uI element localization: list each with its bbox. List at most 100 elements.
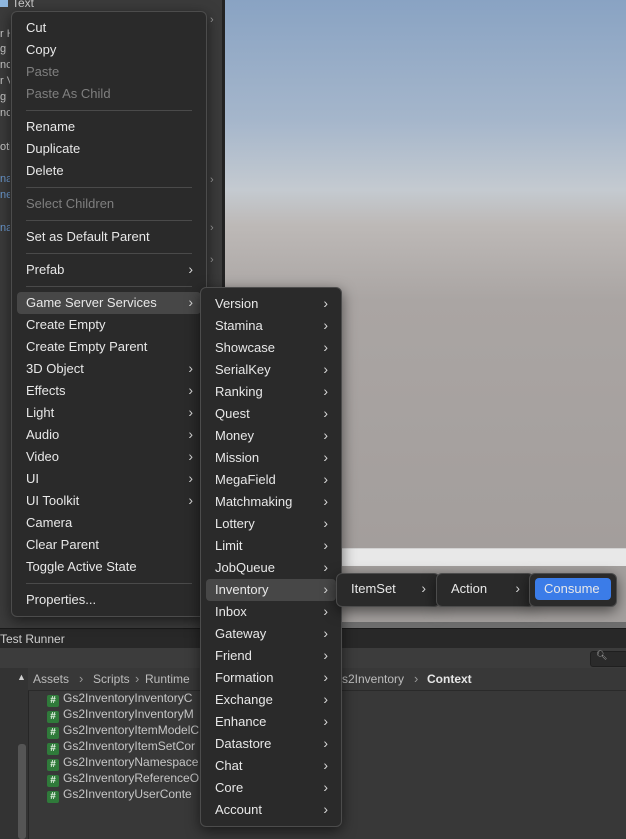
menu-item-lottery[interactable]: Lottery › <box>206 513 336 535</box>
menu-item-label: Duplicate <box>26 141 81 156</box>
chevron-right-icon[interactable]: › <box>210 254 214 266</box>
menu-item-camera[interactable]: Camera <box>17 512 201 534</box>
menu-item-stamina[interactable]: Stamina › <box>206 315 336 337</box>
menu-item-matchmaking[interactable]: Matchmaking › <box>206 491 336 513</box>
menu-item-mission[interactable]: Mission › <box>206 447 336 469</box>
caret-up-icon[interactable]: ▲ <box>17 672 26 682</box>
menu-item-create-empty-parent[interactable]: Create Empty Parent <box>17 336 201 358</box>
chevron-right-icon: › <box>323 339 328 355</box>
menu-item-video[interactable]: Video › <box>17 446 201 468</box>
chevron-right-icon: › <box>515 580 520 596</box>
file-list-item[interactable]: # Gs2InventoryInventoryC <box>47 691 192 707</box>
menu-item-duplicate[interactable]: Duplicate <box>17 138 201 160</box>
menu-item-3d-object[interactable]: 3D Object › <box>17 358 201 380</box>
file-list-item[interactable]: # Gs2InventoryInventoryM <box>47 707 194 723</box>
file-list-item[interactable]: # Gs2InventoryItemSetCor <box>47 739 195 755</box>
menu-item-inventory[interactable]: Inventory › <box>206 579 336 601</box>
menu-item-label: Properties... <box>26 592 97 607</box>
menu-item-megafield[interactable]: MegaField › <box>206 469 336 491</box>
chevron-right-icon[interactable]: › <box>210 222 214 234</box>
menu-item-label: Game Server Services <box>26 295 157 310</box>
menu-item-ui-toolkit[interactable]: UI Toolkit › <box>17 490 201 512</box>
menu-item-game-server-services[interactable]: Game Server Services › <box>17 292 201 314</box>
menu-item-clear-parent[interactable]: Clear Parent <box>17 534 201 556</box>
chevron-right-icon: › <box>323 713 328 729</box>
breadcrumb-item-runtime[interactable]: Runtime <box>145 672 190 686</box>
menu-item-effects[interactable]: Effects › <box>17 380 201 402</box>
menu-item-toggle-active-state[interactable]: Toggle Active State <box>17 556 201 578</box>
file-list-item[interactable]: # Gs2InventoryItemModelC <box>47 723 199 739</box>
chevron-right-icon: › <box>323 735 328 751</box>
menu-item-audio[interactable]: Audio › <box>17 424 201 446</box>
hierarchy-item-fragment[interactable]: na <box>0 222 10 234</box>
breadcrumb-item-gs2inventory[interactable]: s2Inventory <box>342 672 404 686</box>
menu-item-core[interactable]: Core › <box>206 777 336 799</box>
menu-item-label: JobQueue <box>215 560 275 575</box>
menu-item-label: Video <box>26 449 60 464</box>
chevron-right-icon: › <box>323 361 328 377</box>
hierarchy-item-fragment[interactable]: oti <box>0 141 10 153</box>
menu-item-properties[interactable]: Properties... <box>17 589 201 611</box>
menu-item-version[interactable]: Version › <box>206 293 336 315</box>
menu-item-paste: Paste <box>17 61 201 83</box>
file-list-item[interactable]: # Gs2InventoryUserConte <box>47 787 192 803</box>
file-list-item[interactable]: # Gs2InventoryReferenceO <box>47 771 199 787</box>
menu-item-limit[interactable]: Limit › <box>206 535 336 557</box>
menu-item-gateway[interactable]: Gateway › <box>206 623 336 645</box>
menu-item-showcase[interactable]: Showcase › <box>206 337 336 359</box>
menu-item-light[interactable]: Light › <box>17 402 201 424</box>
menu-item-label: Camera <box>26 515 73 530</box>
menu-item-prefab[interactable]: Prefab › <box>17 259 201 281</box>
file-list-item[interactable]: # Gs2InventoryNamespace <box>47 755 198 771</box>
menu-item-cut[interactable]: Cut <box>17 17 201 39</box>
menu-item-chat[interactable]: Chat › <box>206 755 336 777</box>
breadcrumb-item-assets[interactable]: Assets <box>33 672 69 686</box>
hierarchy-item-fragment[interactable]: r H <box>0 28 10 40</box>
chevron-right-icon: › <box>323 691 328 707</box>
menu-item-set-as-default-parent[interactable]: Set as Default Parent <box>17 226 201 248</box>
chevron-right-icon: › <box>323 449 328 465</box>
menu-item-action[interactable]: Action › <box>442 578 528 600</box>
hierarchy-item-fragment[interactable]: g <box>0 91 10 103</box>
menu-item-money[interactable]: Money › <box>206 425 336 447</box>
menu-item-label: Set as Default Parent <box>26 229 150 244</box>
menu-item-label: Action <box>451 581 488 596</box>
chevron-right-icon: › <box>323 801 328 817</box>
menu-item-rename[interactable]: Rename <box>17 116 201 138</box>
hierarchy-item-fragment[interactable]: g <box>0 43 10 55</box>
menu-item-friend[interactable]: Friend › <box>206 645 336 667</box>
chevron-right-icon[interactable]: › <box>210 14 214 26</box>
menu-item-ranking[interactable]: Ranking › <box>206 381 336 403</box>
menu-item-create-empty[interactable]: Create Empty <box>17 314 201 336</box>
menu-item-jobqueue[interactable]: JobQueue › <box>206 557 336 579</box>
hierarchy-item-fragment[interactable]: r V <box>0 75 10 87</box>
menu-item-label: Consume <box>544 581 600 596</box>
menu-item-exchange[interactable]: Exchange › <box>206 689 336 711</box>
menu-item-serialkey[interactable]: SerialKey › <box>206 359 336 381</box>
menu-item-itemset[interactable]: ItemSet › <box>342 578 434 600</box>
hierarchy-top-item[interactable]: Text <box>0 0 34 10</box>
chevron-right-icon: › <box>323 647 328 663</box>
scrollbar-thumb[interactable] <box>18 744 26 839</box>
itemset-submenu: Action › <box>436 573 534 607</box>
hierarchy-item-fragment[interactable]: na <box>0 173 10 185</box>
menu-item-consume[interactable]: Consume <box>535 578 611 600</box>
menu-item-enhance[interactable]: Enhance › <box>206 711 336 733</box>
menu-item-quest[interactable]: Quest › <box>206 403 336 425</box>
menu-item-account[interactable]: Account › <box>206 799 336 821</box>
menu-item-ui[interactable]: UI › <box>17 468 201 490</box>
breadcrumb-item-scripts[interactable]: Scripts <box>93 672 130 686</box>
menu-item-inbox[interactable]: Inbox › <box>206 601 336 623</box>
hierarchy-item-fragment[interactable]: nc <box>0 107 10 119</box>
menu-item-delete[interactable]: Delete <box>17 160 201 182</box>
menu-item-formation[interactable]: Formation › <box>206 667 336 689</box>
menu-item-copy[interactable]: Copy <box>17 39 201 61</box>
hierarchy-item-fragment[interactable]: ne <box>0 189 10 201</box>
chevron-right-icon[interactable]: › <box>210 174 214 186</box>
hierarchy-item-fragment[interactable]: nc <box>0 59 10 71</box>
menu-item-label: Inbox <box>215 604 247 619</box>
menu-item-label: Inventory <box>215 582 269 597</box>
csharp-script-icon: # <box>47 743 59 755</box>
menu-item-datastore[interactable]: Datastore › <box>206 733 336 755</box>
chevron-right-icon: › <box>188 261 193 277</box>
